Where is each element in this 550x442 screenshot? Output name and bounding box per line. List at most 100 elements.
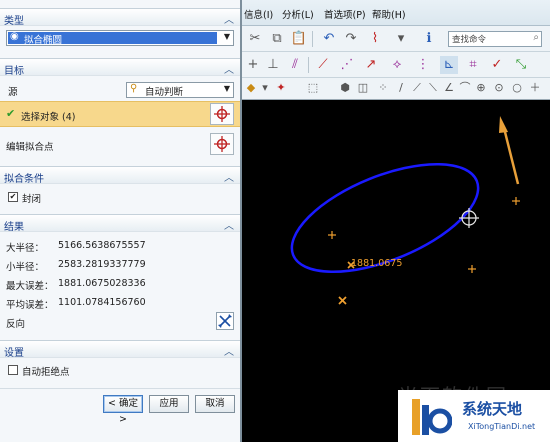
toolbar-standard: ✂ ⧉ 📋 ↶ ↷ ⌇ ▾ ℹ 查找命令 ⌕ [242, 26, 550, 52]
point-tool-icon[interactable]: + [244, 56, 262, 74]
section-title: 拟合条件 [4, 174, 44, 185]
max-error-value: 1881.0675028336 [58, 278, 146, 289]
cursor-location-icon[interactable]: ✦ [274, 80, 288, 96]
section-title: 设置 [4, 348, 24, 359]
section-title: 类型 [4, 16, 24, 27]
chevron-up-icon[interactable]: ︿ [224, 11, 234, 26]
select-object-row[interactable]: ✔ 选择对象 (4) [0, 101, 240, 127]
avg-error-label: 平均误差： [6, 300, 54, 311]
chevron-down-icon[interactable]: ▼ [224, 32, 230, 41]
solid-view-icon[interactable]: ⬢ [338, 80, 352, 96]
logo-title: 系统天地 [462, 400, 523, 418]
snap-circle-icon[interactable]: ○ [510, 80, 524, 96]
snap-mid-icon[interactable]: / [394, 80, 408, 96]
menu-analysis[interactable]: 分析(L) [282, 7, 314, 21]
dropdown-icon[interactable]: ▾ [258, 80, 272, 96]
auto-reject-label: 自动拒绝点 [22, 367, 70, 378]
infer-icon: ⚲ [130, 83, 138, 94]
divide-curve-icon[interactable]: ⋮ [414, 56, 432, 74]
minor-radius-label: 小半径： [6, 262, 45, 273]
closed-label: 封闭 [22, 194, 42, 205]
search-icon[interactable]: ⌕ [533, 32, 539, 43]
bridge-curve-icon[interactable]: ⟡ [388, 56, 406, 74]
chevron-up-icon[interactable]: ︿ [224, 61, 234, 76]
section-conditions-header[interactable]: 拟合条件 ︿ [0, 166, 240, 185]
undo-icon[interactable]: ↶ [320, 30, 338, 48]
menu-bar: 信息(I) 分析(L) 首选项(P) 帮助(H) [242, 0, 550, 26]
max-error-label: 最大误差： [6, 281, 54, 292]
snap-intersect-icon[interactable]: ⟍ [426, 80, 440, 96]
cancel-button[interactable]: 取消 [195, 395, 235, 413]
selection-filter-icon[interactable]: ▾ [392, 30, 410, 48]
dialog-button-bar: < 确定 > 应用 取消 [0, 388, 240, 442]
menu-preferences[interactable]: 首选项(P) [324, 7, 366, 21]
logo-subtitle: XiTongTianDi.net [468, 422, 536, 431]
toolbar-curve-tools: + ⊥ ⫽ ⟋ ⋰ ↗ ⟡ ⋮ ⊾ ⌗ ✓ ⤡ [242, 52, 550, 78]
select-object-button[interactable] [210, 103, 234, 125]
chevron-up-icon[interactable]: ︿ [224, 343, 234, 358]
redo-icon[interactable]: ↷ [342, 30, 360, 48]
chevron-up-icon[interactable]: ︿ [224, 217, 234, 232]
snap-arc-icon[interactable]: ⌒ [458, 80, 472, 96]
combine-curves-icon[interactable]: ⤡ [512, 56, 530, 74]
checkmark-icon: ✔ [6, 107, 16, 120]
ok-button[interactable]: < 确定 > [103, 395, 143, 425]
fit-curve-icon[interactable]: ⊾ [440, 56, 458, 74]
source-dropdown[interactable]: ⚲ 自动判断 ▼ [126, 82, 234, 98]
reverse-direction-icon [218, 314, 232, 328]
minor-radius-value: 2583.2819337779 [58, 259, 146, 270]
snap-point-icon[interactable]: ◆ [244, 80, 258, 96]
ellipse-type-icon: ◉ [10, 31, 19, 42]
apply-button[interactable]: 应用 [149, 395, 189, 413]
snap-quadrant-icon[interactable]: ⊙ [492, 80, 506, 96]
section-title: 目标 [4, 66, 24, 77]
major-radius-value: 5166.5638675557 [58, 240, 146, 251]
trim-curve-icon[interactable]: ⫽ [286, 56, 304, 74]
section-target-header[interactable]: 目标 ︿ [0, 58, 240, 77]
section-title: 结果 [4, 222, 24, 233]
select-object-label: 选择对象 (4) [21, 112, 76, 123]
auto-reject-checkbox[interactable] [8, 365, 18, 375]
snap-center-icon[interactable]: ⊕ [474, 80, 488, 96]
chevron-up-icon[interactable]: ︿ [224, 169, 234, 184]
snap-tangent-icon[interactable]: ∠ [442, 80, 456, 96]
offset-curve-icon[interactable]: ⋰ [338, 56, 356, 74]
command-search-input[interactable]: 查找命令 ⌕ [448, 31, 542, 47]
logo-icon [412, 399, 452, 435]
line-tool-icon[interactable]: ⊥ [264, 56, 282, 74]
reverse-direction-button[interactable] [216, 312, 234, 330]
crosshair-icon [214, 106, 230, 122]
project-curve-icon[interactable]: ↗ [362, 56, 380, 74]
section-settings-header[interactable]: 设置 ︿ [0, 340, 240, 359]
avg-error-value: 1101.0784156760 [58, 297, 146, 308]
source-label: 源 [8, 87, 18, 98]
smooth-spline-icon[interactable]: ✓ [488, 56, 506, 74]
chevron-down-icon[interactable]: ▼ [224, 84, 230, 93]
snap-end-icon[interactable]: ⁘ [376, 80, 390, 96]
type-value: 拟合椭圆 [24, 35, 63, 46]
reverse-label: 反向 [6, 319, 26, 330]
type-dropdown[interactable]: ◉ 拟合椭圆 ▼ [6, 30, 234, 46]
source-value: 自动判断 [145, 87, 184, 98]
menu-info[interactable]: 信息(I) [244, 7, 273, 21]
edit-fit-points-label: 编辑拟合点 [6, 142, 54, 153]
section-type-header[interactable]: 类型 ︿ [0, 8, 240, 27]
information-icon[interactable]: ℹ [420, 30, 438, 48]
wireframe-view-icon[interactable]: ◫ [356, 80, 370, 96]
section-results-header[interactable]: 结果 ︿ [0, 214, 240, 233]
error-annotation: 1881.0675 [351, 258, 402, 269]
edit-fit-points-button[interactable] [210, 133, 234, 155]
curve-length-icon[interactable]: ⌗ [464, 56, 482, 74]
snap-plus-icon[interactable]: ＋ [528, 80, 542, 96]
cut-icon[interactable]: ✂ [246, 30, 264, 48]
menu-help[interactable]: 帮助(H) [372, 7, 406, 21]
paste-icon[interactable]: 📋 [290, 30, 308, 48]
closed-checkbox[interactable]: ✔ [8, 192, 18, 202]
box-select-icon[interactable]: ⬚ [306, 80, 320, 96]
toolbar-snap: ◆ ▾ ✦ ⬚ ⬢ ◫ ⁘ / ⟋ ⟍ ∠ ⌒ ⊕ ⊙ ○ ＋ [242, 78, 550, 100]
snap-control-icon[interactable]: ⟋ [410, 80, 424, 96]
extend-curve-icon[interactable]: ⟋ [314, 56, 332, 74]
fit-curve-dialog: 类型 ︿ ◉ 拟合椭圆 ▼ 目标 ︿ 源 ⚲ 自动判断 ▼ ✔ 选择对象 (4)… [0, 0, 242, 442]
copy-icon[interactable]: ⧉ [268, 30, 286, 48]
snap-settings-icon[interactable]: ⌇ [366, 30, 384, 48]
